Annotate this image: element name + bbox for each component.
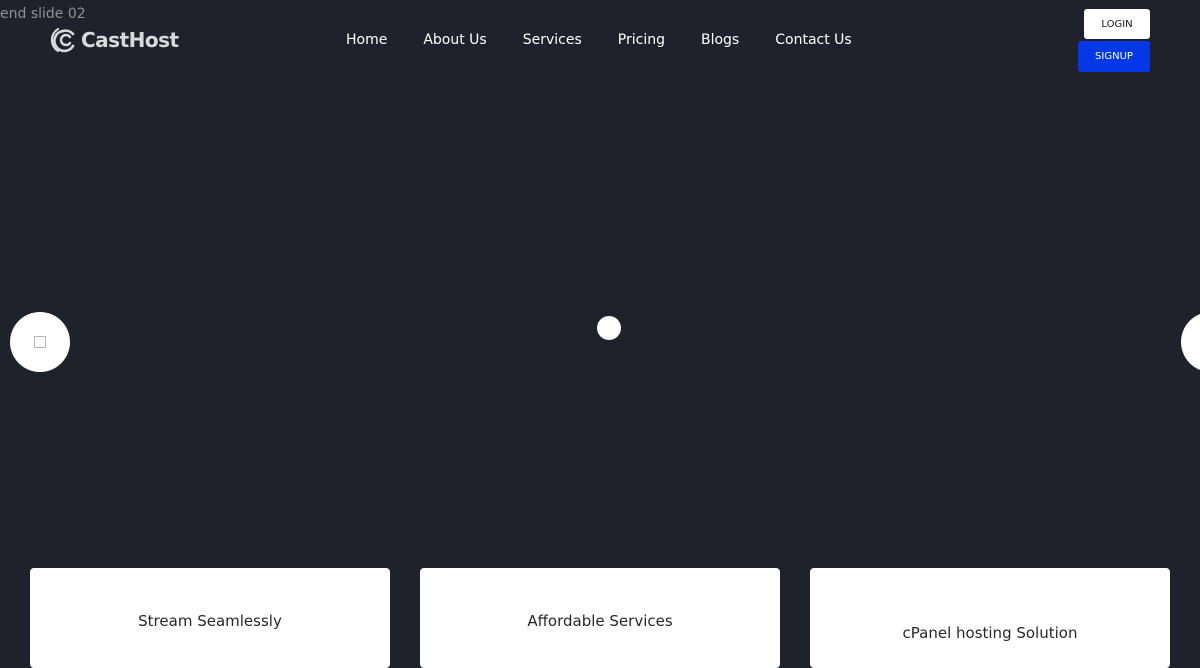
nav-blogs[interactable]: Blogs: [701, 30, 739, 50]
feature-card-title: cPanel hosting Solution: [902, 624, 1078, 642]
nav-home[interactable]: Home: [346, 30, 387, 50]
broadcast-c-icon: [50, 27, 75, 53]
login-button[interactable]: LOGIN: [1084, 9, 1150, 39]
slider-dot-active[interactable]: [597, 316, 621, 340]
nav-contact-us[interactable]: Contact Us: [775, 30, 851, 50]
feature-card: Stream Seamlessly: [30, 568, 390, 668]
square-icon: [34, 336, 46, 348]
nav-services[interactable]: Services: [523, 30, 582, 50]
slider-next-button[interactable]: [1181, 312, 1200, 372]
feature-card: cPanel hosting Solution: [810, 568, 1170, 668]
slider-prev-button[interactable]: [10, 312, 70, 372]
signup-button[interactable]: SIGNUP: [1078, 41, 1150, 72]
slide-debug-label: end slide 02: [0, 6, 86, 22]
brand-name: CastHost: [81, 28, 179, 52]
nav-pricing[interactable]: Pricing: [618, 30, 665, 50]
feature-card-title: Affordable Services: [527, 612, 673, 630]
brand-logo[interactable]: CastHost: [49, 25, 179, 55]
feature-card: Affordable Services: [420, 568, 780, 668]
feature-card-title: Stream Seamlessly: [138, 612, 282, 630]
nav-about-us[interactable]: About Us: [423, 30, 486, 50]
main-nav: Home About Us Services Pricing Blogs Con…: [346, 30, 852, 50]
